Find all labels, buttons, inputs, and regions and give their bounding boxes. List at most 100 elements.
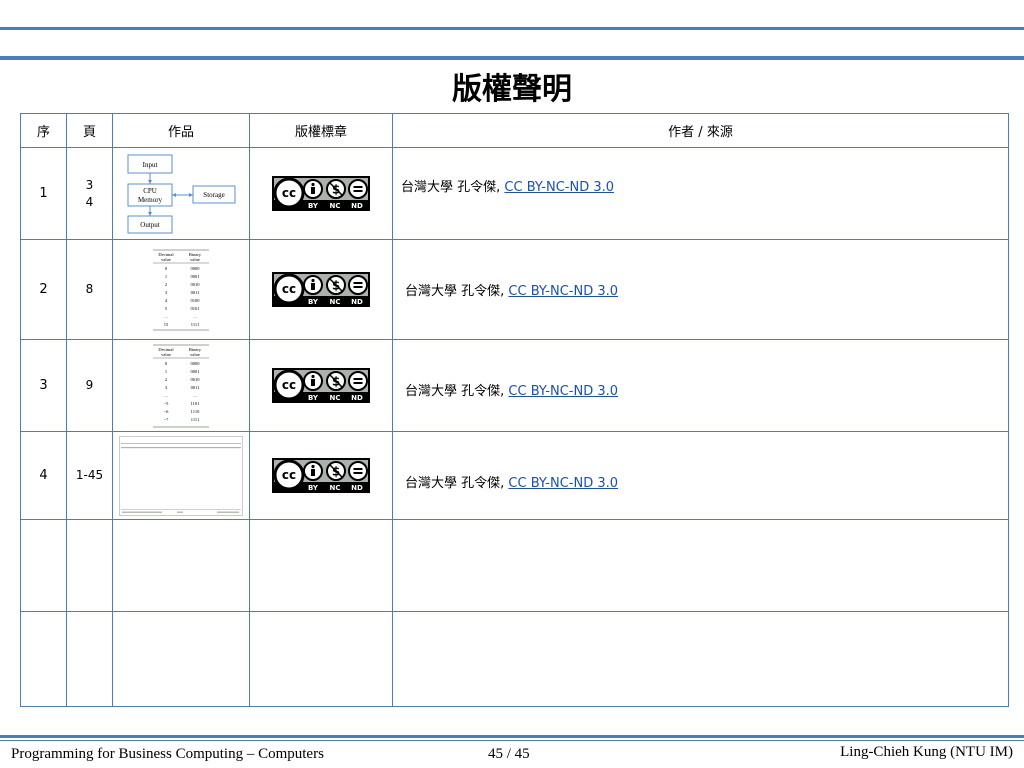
footer-author: Ling-Chieh Kung (NTU IM) <box>840 744 1013 760</box>
footer-course-title: Programming for Business Computing – Com… <box>11 746 324 762</box>
row-number: 4 <box>20 431 67 520</box>
cc-by-nc-nd-badge: cc $ BY NC ND <box>272 368 370 403</box>
signed-binary-table-cell: 2 <box>165 377 167 382</box>
page-value: 4 <box>85 194 94 209</box>
signed-binary-table-thumbnail: Decimal value Binary value 0 00001 00012 00… <box>153 344 209 427</box>
signed-binary-table-cell: 1110 <box>191 409 200 414</box>
license-link[interactable]: CC BY-NC-ND 3.0 <box>508 476 618 491</box>
empty-cell <box>249 611 393 707</box>
binary-table-cell: 4 <box>165 298 168 303</box>
empty-cell <box>249 519 393 612</box>
top-rule-thick <box>0 56 1024 60</box>
binary-table-cell: 0001 <box>191 274 200 279</box>
svg-text:value: value <box>161 257 171 262</box>
cc-by-nc-nd-badge: cc $ BY NC ND <box>272 458 370 493</box>
binary-table-cell: ... <box>164 314 167 319</box>
signed-binary-table-cell: 0010 <box>191 377 201 382</box>
table-row: 1 3 4 Input CPU Memory Storage Output cc… <box>20 147 1009 240</box>
cc-text: cc <box>282 378 296 392</box>
nd-text: ND <box>351 298 363 306</box>
page-title: 版權聲明 <box>452 72 572 107</box>
table-row-empty <box>20 519 1009 612</box>
binary-table-cell: 0100 <box>191 298 201 303</box>
binary-table-cell: 5 <box>165 306 168 311</box>
cc-text: cc <box>282 282 296 296</box>
binary-table-cell: 0000 <box>191 266 201 271</box>
license-link[interactable]: CC BY-NC-ND 3.0 <box>504 180 614 195</box>
empty-cell <box>66 519 113 612</box>
row-pages: 3 4 <box>66 147 113 240</box>
author-source-cell: 台灣大學 孔令傑, CC BY-NC-ND 3.0 <box>392 431 1009 520</box>
signed-binary-table-cell: 0011 <box>191 385 200 390</box>
binary-table-cell: 0010 <box>191 282 201 287</box>
signed-binary-table-cell: 1111 <box>191 417 200 422</box>
svg-text:value: value <box>190 257 200 262</box>
signed-binary-table-cell: 0001 <box>191 369 200 374</box>
cc-by-nc-nd-badge: cc $ BY NC ND <box>272 272 370 307</box>
nc-text: NC <box>330 202 341 210</box>
author-source-cell: 台灣大學 孔令傑, CC BY-NC-ND 3.0 <box>392 239 1009 340</box>
page-value: 1-45 <box>75 468 104 482</box>
nd-text: ND <box>351 484 363 492</box>
work-thumbnail-cell: Decimal value Binary value 0 0000 1 0001 2 00… <box>112 339 250 432</box>
author-text: 台灣大學 孔令傑, <box>405 476 509 491</box>
by-text: BY <box>308 394 319 402</box>
signed-binary-table-cell: ... <box>193 393 196 398</box>
empty-cell <box>66 611 113 707</box>
page-value: 9 <box>85 378 94 392</box>
top-rule-thin <box>0 27 1024 30</box>
empty-cell <box>392 611 1009 707</box>
row-pages: 1-45 <box>66 431 113 520</box>
empty-cell <box>20 611 67 707</box>
binary-table-cell: 2 <box>165 282 167 287</box>
signed-binary-table-cell: 0 <box>165 361 168 366</box>
nd-text: ND <box>351 394 363 402</box>
diagram-memory-label: Memory <box>138 196 163 204</box>
row-number: 3 <box>20 339 67 432</box>
cc-text: cc <box>282 468 296 482</box>
author-source-cell: 台灣大學 孔令傑, CC BY-NC-ND 3.0 <box>392 339 1009 432</box>
empty-cell <box>112 519 250 612</box>
diagram-cpu-label: CPU <box>143 187 157 195</box>
binary-table-cell: 1 <box>165 274 167 279</box>
table-row-empty <box>20 611 1009 707</box>
page-value: 8 <box>85 282 94 296</box>
header-license-badge: 版權標章 <box>249 113 393 148</box>
nc-text: NC <box>330 298 341 306</box>
table-header-row: 序 頁 作品 版權標章 作者 / 來源 <box>20 113 1009 148</box>
diagram-output-label: Output <box>140 221 160 229</box>
bottom-rule-thick <box>0 735 1024 738</box>
signed-binary-table-cell: 1 <box>165 369 167 374</box>
binary-table-rows: 0 00001 00012 00103 00114 01005 0101... ...15 11… <box>164 266 201 327</box>
empty-cell <box>112 611 250 707</box>
slide-deck-thumbnail <box>119 435 243 516</box>
binary-table-cell: 0 <box>165 266 168 271</box>
header-work: 作品 <box>112 113 250 148</box>
row-number: 2 <box>20 239 67 340</box>
binary-table-cell: 1111 <box>191 322 200 327</box>
work-thumbnail-cell <box>112 431 250 520</box>
header-page: 頁 <box>66 113 113 148</box>
row-pages: 8 <box>66 239 113 340</box>
binary-table-cell: 3 <box>165 290 168 295</box>
signed-binary-table-cell: 3 <box>165 385 168 390</box>
diagram-storage-label: Storage <box>203 191 224 199</box>
license-link[interactable]: CC BY-NC-ND 3.0 <box>508 284 618 299</box>
signed-binary-table-rows: 0 00001 00012 00103 0011... ...−5 1101−6 1110−7… <box>164 361 201 422</box>
binary-table-thumbnail: Decimal value Binary value 0 00001 00012 00… <box>153 249 209 330</box>
header-author-source: 作者 / 來源 <box>392 113 1009 148</box>
author-text: 台灣大學 孔令傑, <box>405 384 509 399</box>
table-row: 3 9 Decimal value Binary value 0 0000 1 000… <box>20 339 1009 432</box>
author-text: 台灣大學 孔令傑, <box>405 284 509 299</box>
license-badge-cell: cc $ BY NC ND <box>249 431 393 520</box>
binary-table-cell: ... <box>193 314 196 319</box>
work-thumbnail-cell: Input CPU Memory Storage Output <box>112 147 250 240</box>
copyright-table: 序 頁 作品 版權標章 作者 / 來源 1 3 4 Input CPU Memo… <box>20 113 1009 707</box>
license-link[interactable]: CC BY-NC-ND 3.0 <box>508 384 618 399</box>
footer-page-number: 45 / 45 <box>488 746 530 762</box>
diagram-input-label: Input <box>143 161 158 169</box>
license-badge-cell: cc $ BY NC ND <box>249 147 393 240</box>
cc-text: cc <box>282 186 296 200</box>
empty-cell <box>20 519 67 612</box>
binary-table-cell: 0011 <box>191 290 200 295</box>
